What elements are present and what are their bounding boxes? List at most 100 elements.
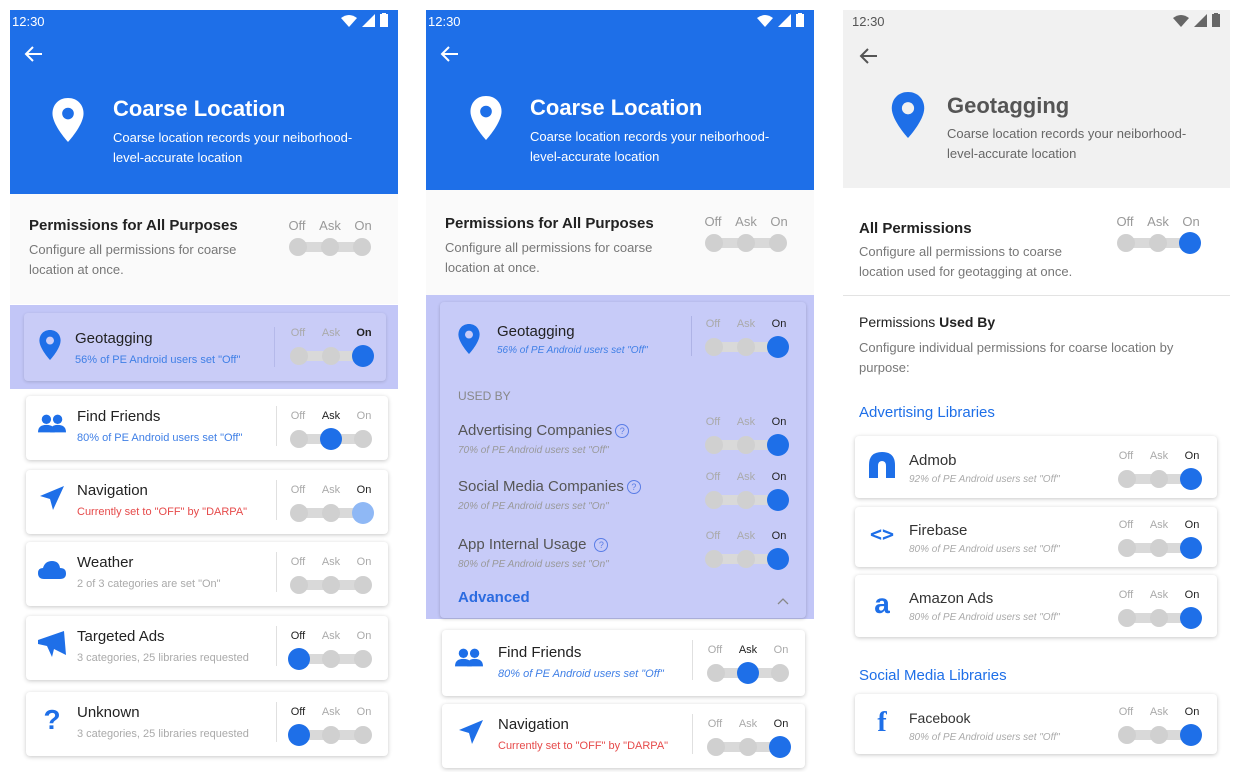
weather-toggle[interactable]: Off Ask On [283,556,379,600]
toggle-knob[interactable] [1179,232,1201,254]
list-item-admob[interactable]: Admob 92% of PE Android users set "Off" … [855,436,1217,498]
divider [276,480,277,520]
back-arrow-icon[interactable] [859,46,879,66]
toggle-label-ask: Ask [1149,706,1169,718]
toggle-label-on: On [1184,450,1200,462]
back-arrow-icon[interactable] [440,44,460,64]
geotagging-title: Geotagging [497,323,575,340]
toggle-knob[interactable] [288,724,310,746]
unknown-toggle[interactable]: Off Ask On [283,706,379,750]
toggle-stop-off [1118,470,1136,488]
help-icon[interactable]: ? [615,424,630,439]
toggle-stop-on [354,650,372,668]
item-title: Admob [909,452,957,469]
list-item-amazon-ads[interactable]: a Amazon Ads 80% of PE Android users set… [855,575,1217,637]
toggle-label-off: Off [1118,706,1134,718]
toggle-knob[interactable] [352,345,374,367]
toggle-knob[interactable] [1180,724,1202,746]
list-item-navigation[interactable]: Navigation Currently set to "OFF" by "DA… [442,704,805,768]
list-item-unknown[interactable]: ? Unknown 3 categories, 25 libraries req… [26,692,388,756]
toggle-knob[interactable] [767,489,789,511]
amazon-ads-toggle[interactable]: Off Ask On [1111,589,1207,633]
item-subtitle: 56% of PE Android users set "Off" [75,354,241,366]
page-description: Coarse location records your neiborhood-… [947,126,1187,161]
toggle-label-ask: Ask [1147,214,1169,229]
item-subtitle: Currently set to "OFF" by "DARPA" [498,740,669,752]
toggle-knob[interactable] [767,434,789,456]
location-pin-icon [891,92,925,138]
page-title: Coarse Location [530,95,703,120]
toggle-label-on: On [1184,706,1200,718]
list-item-find-friends[interactable]: Find Friends 80% of PE Android users set… [26,396,388,460]
chevron-up-icon[interactable] [777,597,789,605]
toggle-label-ask: Ask [735,214,757,229]
toggle-stop-ask [737,234,755,252]
toggle-stop-off [705,234,723,252]
toggle-knob[interactable] [288,648,310,670]
toggle-knob[interactable] [737,662,759,684]
toggle-knob[interactable] [1180,607,1202,629]
geotagging-toggle[interactable]: Off Ask On [698,318,794,362]
toggle-knob[interactable] [769,736,791,758]
all-purposes-toggle[interactable]: Off Ask On [282,218,378,262]
toggle-label-on: On [356,484,372,496]
item-title: Amazon Ads [909,590,994,607]
all-permissions-toggle[interactable]: Off Ask On [1110,214,1206,258]
toggle-label-ask: Ask [736,318,756,330]
item-subtitle: 80% of PE Android users set "Off" [77,432,243,444]
toggle-knob[interactable] [320,428,342,450]
toggle-label-ask: Ask [736,530,756,542]
navigation-toggle[interactable]: Off Ask On [700,718,796,762]
firebase-toggle[interactable]: Off Ask On [1111,519,1207,563]
used-by-title: Permissions Used By [859,314,995,330]
people-icon [38,410,66,438]
header: 12:30 Coarse Location Coarse location re… [426,10,814,190]
geotagging-toggle[interactable]: Off Ask On [283,327,379,371]
list-item-geotagging[interactable]: Geotagging 56% of PE Android users set "… [24,313,386,381]
navigation-toggle[interactable]: Off Ask On [283,484,379,528]
help-icon[interactable]: ? [594,538,609,553]
toggle-stop-ask [1150,539,1168,557]
item-subtitle: 80% of PE Android users set "Off" [909,732,1060,743]
toggle-stop-off [1117,234,1135,252]
toggle-knob[interactable] [767,336,789,358]
advertising-toggle[interactable]: Off Ask On [698,416,794,460]
list-item-targeted-ads[interactable]: Targeted Ads 3 categories, 25 libraries … [26,616,388,680]
app-internal-toggle[interactable]: Off Ask On [698,530,794,574]
toggle-label-off: Off [704,214,722,229]
status-time: 12:30 [852,14,885,29]
facebook-toggle[interactable]: Off Ask On [1111,706,1207,750]
toggle-stop-ask [322,650,340,668]
toggle-knob[interactable] [352,502,374,524]
toggle-stop-ask [737,338,755,356]
toggle-label-off: Off [1116,214,1134,229]
find-friends-toggle[interactable]: Off Ask On [283,410,379,454]
toggle-stop-ask [737,491,755,509]
divider [692,714,693,754]
item-subtitle: 80% of PE Android users set "Off" [909,544,1060,555]
toggle-stop-off [705,338,723,356]
admob-toggle[interactable]: Off Ask On [1111,450,1207,494]
targeted-ads-toggle[interactable]: Off Ask On [283,630,379,674]
find-friends-toggle[interactable]: Off Ask On [700,644,796,688]
back-arrow-icon[interactable] [24,44,44,64]
list-item-facebook[interactable]: f Facebook 80% of PE Android users set "… [855,694,1217,754]
toggle-label-off: Off [290,410,306,422]
battery-icon [1212,13,1220,27]
help-icon[interactable]: ? [626,480,641,495]
list-item-navigation[interactable]: Navigation Currently set to "OFF" by "DA… [26,470,388,534]
list-item-firebase[interactable]: <> Firebase 80% of PE Android users set … [855,507,1217,567]
cloud-icon [38,556,66,584]
toggle-knob[interactable] [1180,537,1202,559]
all-purposes-toggle[interactable]: Off Ask On [698,214,794,258]
list-item-weather[interactable]: Weather 2 of 3 categories are set "On" O… [26,542,388,606]
social-media-toggle[interactable]: Off Ask On [698,471,794,515]
item-title: Navigation [77,482,148,499]
toggle-knob[interactable] [1180,468,1202,490]
list-item-find-friends[interactable]: Find Friends 80% of PE Android users set… [442,630,805,696]
question-icon: ? [43,704,61,735]
advanced-link[interactable]: Advanced [458,589,530,606]
toggle-label-off: Off [290,327,306,339]
navigation-arrow-icon [38,484,66,512]
toggle-knob[interactable] [767,548,789,570]
